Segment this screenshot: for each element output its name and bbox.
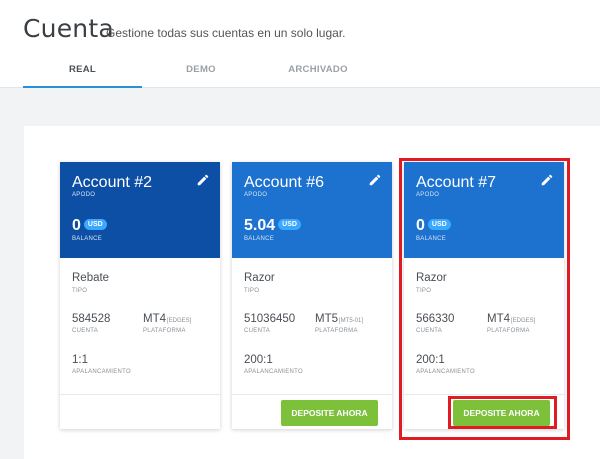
currency-badge: USD: [278, 218, 301, 230]
account-card-footer: DEPOSITE AHORA: [232, 394, 392, 429]
account-type: Razor: [244, 272, 275, 284]
balance-label: BALANCE: [244, 236, 275, 242]
apalancamiento-label: APALANCAMIENTO: [244, 369, 303, 375]
account-title: Account #2: [72, 174, 153, 191]
highlight-button-outline: [448, 396, 557, 429]
platform-name: MT4: [143, 313, 166, 325]
apodo-label: APODO: [244, 192, 268, 198]
balance-amount: 5.04: [244, 217, 276, 234]
apodo-label: APODO: [72, 192, 96, 198]
account-type: Rebate: [72, 272, 110, 284]
platform-value: MT5[MT5-01]: [315, 313, 363, 325]
account-card-footer: [60, 394, 220, 429]
page-header: Cuenta Gestione todas sus cuentas en un …: [0, 0, 600, 88]
pencil-icon[interactable]: [196, 173, 210, 187]
plataforma-label: PLATAFORMA: [315, 328, 358, 334]
platform-name: MT5: [315, 313, 338, 325]
balance-value: 5.04 USD: [244, 217, 301, 235]
tab-active-indicator: [23, 86, 142, 88]
platform-value: MT4[EDGES]: [143, 313, 191, 325]
account-card-header: Account #2 APODO 0 USD BALANCE: [60, 162, 220, 258]
tab-real[interactable]: REAL: [23, 58, 142, 88]
tab-real-label: REAL: [68, 64, 97, 75]
balance-value: 0 USD: [72, 217, 107, 235]
tab-demo-label: DEMO: [186, 64, 216, 75]
page-title: Cuenta: [23, 14, 114, 43]
deposit-button[interactable]: DEPOSITE AHORA: [281, 400, 378, 426]
account-title: Account #6: [244, 174, 325, 191]
apalancamiento-label: APALANCAMIENTO: [72, 369, 131, 375]
tab-archivado[interactable]: ARCHIVADO: [278, 58, 358, 88]
account-number: 51036450: [244, 313, 296, 325]
tipo-label: TIPO: [72, 288, 88, 294]
balance-amount: 0: [72, 217, 81, 234]
leverage-value: 200:1: [244, 354, 273, 366]
platform-server: [MT5-01]: [339, 318, 364, 324]
account-card: Account #6 APODO 5.04 USD BALANCE Razor T…: [232, 162, 392, 429]
tab-demo[interactable]: DEMO: [165, 58, 237, 88]
currency-badge: USD: [83, 218, 107, 230]
platform-server: [EDGES]: [167, 318, 192, 324]
pencil-icon[interactable]: [368, 173, 382, 187]
account-number: 584528: [72, 313, 111, 325]
cuenta-label: CUENTA: [72, 328, 99, 334]
page-subtitle: Gestione todas sus cuentas en un solo lu…: [106, 26, 346, 40]
cuenta-label: CUENTA: [244, 328, 271, 334]
account-card-header: Account #6 APODO 5.04 USD BALANCE: [232, 162, 392, 258]
tipo-label: TIPO: [244, 288, 260, 294]
plataforma-label: PLATAFORMA: [143, 328, 186, 334]
leverage-value: 1:1: [72, 354, 88, 366]
tab-archivado-label: ARCHIVADO: [288, 64, 348, 75]
balance-label: BALANCE: [72, 236, 103, 242]
account-card: Account #2 APODO 0 USD BALANCE Rebate TIP…: [60, 162, 220, 429]
